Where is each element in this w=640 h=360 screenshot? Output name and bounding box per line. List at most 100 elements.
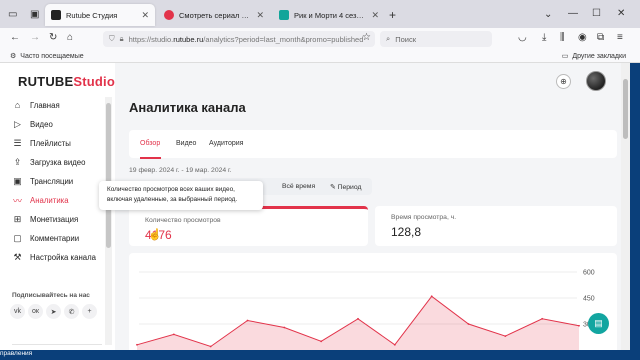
sidebar-item-home[interactable]: ⌂ Главная [12, 98, 60, 112]
sidebar-item-monetization[interactable]: ⊞ Монетизация [12, 212, 78, 226]
data-point[interactable] [504, 335, 507, 338]
sidebar-item-label: Комментарии [30, 233, 80, 243]
filter-all-time[interactable]: Всё время [282, 183, 315, 190]
menu-icon[interactable]: ≡ [617, 32, 623, 43]
tab-list-icon[interactable]: ⌄ [544, 9, 552, 20]
close-tab-icon[interactable]: ✕ [371, 10, 379, 21]
home-icon: ⌂ [14, 100, 21, 110]
back-icon[interactable]: ← [10, 32, 20, 43]
sidebar-item-label: Видео [30, 119, 53, 129]
browser-toolbar: ← → ↻ ⌂ ⛉ 🔒︎ https://studio.rutube.ru/an… [0, 28, 640, 50]
data-point[interactable] [136, 343, 138, 346]
data-point[interactable] [430, 295, 433, 298]
sidebar-scrollbar[interactable] [105, 97, 112, 345]
page-title: Аналитика канала [129, 100, 246, 115]
tab-overview-icon[interactable]: ▭ [8, 9, 17, 20]
data-point[interactable] [541, 317, 544, 320]
sidebar-item-label: Плейлисты [30, 138, 71, 148]
tab-overview[interactable]: Обзор [140, 140, 160, 147]
rutube-favicon-icon [51, 10, 61, 20]
sidebar-item-playlists[interactable]: ☰ Плейлисты [12, 136, 71, 150]
scrollbar-thumb[interactable] [106, 103, 111, 248]
metric-card-watch-time[interactable]: Время просмотра, ч. 128,8 [375, 206, 617, 246]
sidebar: RUTUBEStudio ⌂ Главная ▷ Видео ☰ Плейлис… [0, 63, 115, 350]
data-point[interactable] [393, 343, 396, 346]
new-tab-icon[interactable]: + [389, 8, 396, 22]
settings-gear-icon: ⚙ [10, 53, 17, 60]
sidebar-item-label: Аналитика [30, 195, 69, 205]
sidebar-item-broadcasts[interactable]: ▣ Трансляции [12, 174, 73, 188]
data-point[interactable] [578, 324, 580, 327]
home-icon[interactable]: ⌂ [67, 32, 73, 43]
monetization-icon: ⊞ [13, 213, 22, 224]
close-tab-icon[interactable]: ✕ [141, 10, 149, 21]
bookmark-label: Часто посещаемые [20, 52, 84, 60]
forward-icon[interactable]: → [30, 32, 40, 43]
more-icon[interactable]: + [82, 304, 97, 319]
tab-audience[interactable]: Аудитория [209, 140, 243, 147]
pocket-icon[interactable]: ◡ [518, 32, 527, 43]
search-input[interactable]: ⌕ Поиск [380, 31, 492, 47]
sidebar-item-channel-settings[interactable]: ⚒ Настройка канала [12, 250, 96, 264]
telegram-icon[interactable]: ➤ [46, 304, 61, 319]
bookmark-most-visited[interactable]: ⚙ Часто посещаемые [10, 52, 84, 61]
metric-label: Время просмотра, ч. [391, 214, 457, 221]
scrollbar-thumb[interactable] [623, 79, 628, 139]
avatar[interactable] [586, 71, 606, 91]
data-point[interactable] [246, 319, 249, 322]
sidebar-item-label: Трансляции [30, 176, 74, 186]
browser-tab-csi[interactable]: Смотреть сериал CSI: Место п ✕ [158, 4, 270, 26]
lock-icon: 🔒︎ [119, 34, 124, 43]
sidebar-item-comments[interactable]: ▢ Комментарии [12, 231, 79, 245]
tab-groups-icon[interactable]: ▣ [30, 9, 39, 20]
metric-card-views[interactable]: Количество просмотров 4176 [129, 206, 368, 246]
data-point[interactable] [320, 340, 323, 343]
views-area [137, 296, 579, 350]
extension-icon[interactable]: ◉ [578, 32, 587, 43]
extensions-puzzle-icon[interactable]: ⧉ [597, 32, 604, 43]
browser-tab-bar: ▭ ▣ Rutube Студия ✕ Смотреть сериал CSI:… [0, 0, 640, 28]
data-point[interactable] [209, 345, 212, 348]
hand-cursor-icon: ☝ [148, 229, 162, 241]
maximize-icon[interactable]: ☐ [592, 8, 601, 19]
data-point[interactable] [357, 317, 359, 320]
metric-value: 128,8 [391, 225, 422, 239]
sidebar-item-label: Монетизация [30, 214, 79, 224]
sidebar-item-video[interactable]: ▷ Видео [12, 117, 53, 131]
chat-support-button[interactable]: ▤ [588, 313, 609, 334]
sidebar-item-upload[interactable]: ⇪ Загрузка видео [12, 155, 86, 169]
analytics-icon: 〰 [12, 195, 22, 206]
browser-tab-rutube[interactable]: Rutube Студия ✕ [45, 4, 155, 26]
downloads-icon[interactable]: ⤓ [542, 32, 546, 43]
divider [12, 344, 102, 345]
data-point[interactable] [467, 323, 470, 325]
filter-period[interactable]: ✎ Период [330, 183, 361, 191]
rutube-studio-logo[interactable]: RUTUBEStudio [18, 74, 115, 89]
browser-tab-rick-morty[interactable]: Рик и Морти 4 сезон 8 серия с ✕ [273, 4, 385, 26]
bookmark-other[interactable]: ▭ Другие закладки [562, 52, 626, 61]
views-tooltip: Количество просмотров всех ваших видео, … [99, 181, 263, 210]
sidebar-item-analytics[interactable]: 〰 Аналитика [12, 193, 69, 207]
library-icon[interactable]: ⫼ [560, 32, 565, 43]
address-bar[interactable]: ⛉ 🔒︎ https://studio.rutube.ru/analytics?… [103, 31, 375, 47]
close-window-icon[interactable]: ✕ [617, 8, 625, 19]
upload-add-icon[interactable]: ⊕ [556, 74, 571, 89]
tab-video[interactable]: Видео [176, 140, 196, 147]
data-point[interactable] [283, 326, 286, 329]
tooltip-line: Количество просмотров всех ваших видео, [107, 186, 235, 193]
ok-icon[interactable]: ок [28, 304, 43, 319]
close-tab-icon[interactable]: ✕ [256, 10, 264, 21]
minimize-icon[interactable]: — [568, 8, 578, 19]
settings-icon: ⚒ [13, 251, 22, 262]
search-placeholder: Поиск [395, 34, 416, 44]
bookmark-star-icon[interactable]: ☆ [362, 32, 371, 43]
data-point[interactable] [172, 333, 175, 336]
status-bar: правления [0, 350, 640, 360]
page-content: RUTUBEStudio ⌂ Главная ▷ Видео ☰ Плейлис… [0, 63, 630, 350]
viber-icon[interactable]: ✆ [64, 304, 79, 319]
page-scrollbar[interactable] [621, 63, 630, 350]
reload-icon[interactable]: ↻ [49, 32, 57, 43]
views-chart-svg: 600450300 [136, 270, 595, 350]
vk-icon[interactable]: vk [10, 304, 25, 319]
logo-text-studio: Studio [73, 74, 116, 89]
